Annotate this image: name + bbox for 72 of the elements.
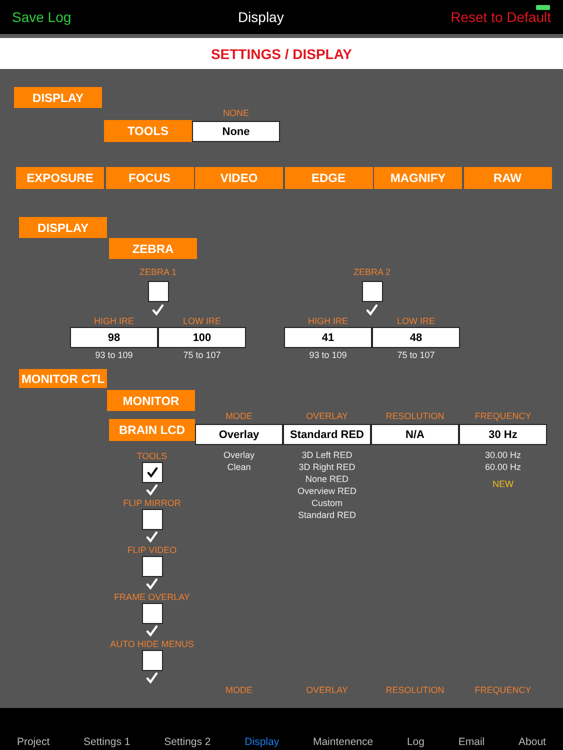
toggle-label: TOOLS <box>136 451 168 462</box>
range-text: 93 to 109 <box>95 350 133 361</box>
column-header: MODE <box>226 685 252 696</box>
ire-label: LOW IRE <box>396 316 435 327</box>
page-title: SETTINGS / DISPLAY <box>210 46 352 62</box>
ire-field[interactable]: 41 <box>284 327 372 348</box>
checkbox[interactable] <box>148 281 168 302</box>
option-text[interactable]: Custom <box>311 497 342 509</box>
column-header: RESOLUTION <box>386 685 444 696</box>
range-text: 93 to 109 <box>309 350 347 361</box>
option-text[interactable]: None RED <box>305 473 349 485</box>
tab-bar-item[interactable]: Email <box>458 736 485 748</box>
tab-bar-item[interactable]: Maintenence <box>312 736 374 748</box>
monitor-field[interactable]: Overlay <box>195 424 283 445</box>
check-icon <box>152 304 164 316</box>
column-header: FREQUENCY <box>474 685 532 696</box>
save-log-button[interactable]: Save Log <box>12 9 72 25</box>
option-text[interactable]: Overview RED <box>297 485 356 497</box>
toggle-label: FLIP VIDEO <box>127 545 177 556</box>
reset-button[interactable]: Reset to Default <box>450 9 551 25</box>
battery-icon <box>536 5 550 10</box>
check-icon <box>146 531 158 543</box>
zebra-label: ZEBRA 2 <box>353 267 390 278</box>
monitor-field[interactable]: Standard RED <box>283 424 371 445</box>
column-header: OVERLAY <box>306 685 348 696</box>
nav-title: Display <box>238 9 284 25</box>
option-text[interactable]: Standard RED <box>298 509 356 521</box>
check-icon <box>146 578 158 590</box>
column-header: MODE <box>226 411 252 422</box>
option-text[interactable]: Clean <box>227 461 251 473</box>
ire-label: HIGH IRE <box>308 316 348 327</box>
tab-bar-item[interactable]: Display <box>244 736 280 748</box>
tab-bar-item[interactable]: Project <box>16 736 50 748</box>
option-text[interactable]: Overlay <box>223 449 254 461</box>
checkbox[interactable] <box>142 556 162 577</box>
checkbox[interactable] <box>142 509 162 530</box>
ire-field[interactable]: 100 <box>158 327 246 348</box>
column-header: FREQUENCY <box>474 411 532 422</box>
field-label: NONE <box>222 108 249 119</box>
toggle-label: FRAME OVERLAY <box>114 592 190 603</box>
option-text[interactable]: 3D Left RED <box>302 449 352 461</box>
option-text[interactable]: 60.00 Hz <box>484 461 522 473</box>
ire-field[interactable]: 98 <box>70 327 158 348</box>
check-icon <box>146 672 158 684</box>
column-header: OVERLAY <box>306 411 348 422</box>
range-text: 75 to 107 <box>397 350 435 361</box>
toggle-label: FLIP MIRROR <box>123 498 181 509</box>
tab-bar-item[interactable]: Settings 1 <box>84 736 130 748</box>
ire-label: HIGH IRE <box>94 316 134 327</box>
checkbox[interactable] <box>142 462 162 483</box>
tab-bar-item[interactable]: About <box>518 736 546 748</box>
check-icon <box>366 304 378 316</box>
checkbox[interactable] <box>142 650 162 671</box>
checkbox[interactable] <box>142 603 162 624</box>
zebra-label: ZEBRA 1 <box>139 267 176 278</box>
option-text[interactable]: 3D Right RED <box>298 461 356 473</box>
check-icon <box>146 625 158 637</box>
tab-bar-item[interactable]: Log <box>406 736 424 748</box>
check-icon <box>146 467 158 478</box>
new-label: NEW <box>492 479 514 490</box>
option-text[interactable]: 30.00 Hz <box>484 449 522 461</box>
range-text: 75 to 107 <box>183 350 221 361</box>
checkbox[interactable] <box>362 281 382 302</box>
tools-field[interactable]: None <box>192 121 280 142</box>
monitor-field[interactable]: N/A <box>371 424 459 445</box>
column-header: RESOLUTION <box>386 411 444 422</box>
tab-bar-item[interactable]: Settings 2 <box>164 736 211 748</box>
check-icon <box>146 484 158 496</box>
ire-field[interactable]: 48 <box>372 327 460 348</box>
toggle-label: AUTO HIDE MENUS <box>110 639 194 650</box>
ire-label: LOW IRE <box>182 316 221 327</box>
monitor-field[interactable]: 30 Hz <box>459 424 547 445</box>
